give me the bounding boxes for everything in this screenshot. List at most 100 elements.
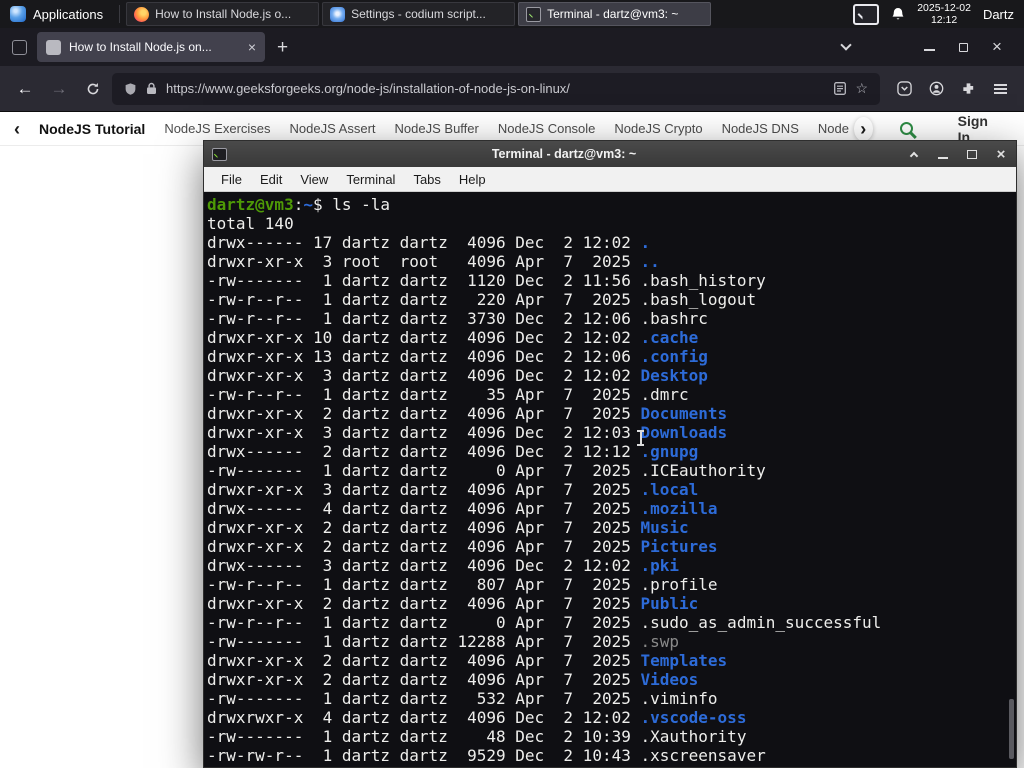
terminal-line: drwxr-xr-x 3 dartz dartz 4096 Apr 7 2025… — [207, 480, 699, 499]
taskbar-item-terminal[interactable]: Terminal - dartz@vm3: ~ — [518, 2, 712, 26]
shield-icon[interactable] — [124, 82, 137, 96]
desktop: How to Install Node.js on... × + × ← → h… — [0, 0, 1024, 768]
taskbar: How to Install Node.js o... Settings - c… — [126, 0, 712, 28]
menu-tabs[interactable]: Tabs — [404, 172, 449, 187]
bookmark-star-icon[interactable]: ☆ — [855, 80, 868, 97]
lock-icon[interactable] — [146, 82, 157, 95]
menu-icon[interactable] — [984, 73, 1016, 105]
menu-terminal[interactable]: Terminal — [337, 172, 404, 187]
notifications-bell-icon[interactable] — [891, 7, 905, 22]
pocket-icon[interactable] — [888, 73, 920, 105]
top-panel: Applications How to Install Node.js o...… — [0, 0, 1024, 28]
nav-item-nodejs-truncated[interactable]: Node — [818, 121, 849, 136]
forward-button[interactable]: → — [42, 73, 76, 105]
terminal-line: drwxrwxr-x 4 dartz dartz 4096 Dec 2 12:0… — [207, 708, 747, 727]
clock[interactable]: 2025-12-02 12:12 — [917, 2, 971, 26]
browser-close-button[interactable]: × — [984, 34, 1010, 60]
nav-item-nodejs-tutorial[interactable]: NodeJS Tutorial — [39, 121, 145, 137]
applications-label: Applications — [33, 6, 104, 22]
url-text[interactable]: https://www.geeksforgeeks.org/node-js/in… — [166, 81, 825, 96]
firefox-tab-bar: How to Install Node.js on... × + × — [0, 28, 1024, 66]
terminal-line: drwxr-xr-x 3 dartz dartz 4096 Dec 2 12:0… — [207, 423, 728, 442]
taskbar-item-settings[interactable]: Settings - codium script... — [322, 2, 516, 26]
terminal-output: dartz@vm3:~$ ls -la total 140 drwx------ 1… — [207, 195, 1016, 765]
browser-tab[interactable]: How to Install Node.js on... × — [37, 32, 265, 62]
tabbar-controls: × — [840, 34, 1024, 60]
terminal-line: -rw------- 1 dartz dartz 0 Apr 7 2025 .I… — [207, 461, 766, 480]
browser-restore-button[interactable] — [950, 34, 976, 60]
systray-terminal-icon[interactable] — [853, 3, 880, 25]
search-icon[interactable] — [899, 122, 913, 135]
taskbar-item-firefox[interactable]: How to Install Node.js o... — [126, 2, 320, 26]
task-label: How to Install Node.js o... — [155, 7, 292, 21]
terminal-line: -rw-r--r-- 1 dartz dartz 0 Apr 7 2025 .s… — [207, 613, 882, 632]
nav-next-icon[interactable]: › — [853, 116, 873, 141]
terminal-maximize-button[interactable] — [965, 146, 979, 162]
list-all-tabs-icon[interactable] — [840, 39, 852, 51]
terminal-line: drwx------ 17 dartz dartz 4096 Dec 2 12:… — [207, 233, 651, 252]
terminal-line: total 140 — [207, 214, 294, 233]
terminal-minimize-button[interactable] — [936, 146, 950, 162]
terminal-line: -rw------- 1 dartz dartz 48 Dec 2 10:39 … — [207, 727, 747, 746]
nav-item-nodejs-assert[interactable]: NodeJS Assert — [290, 121, 376, 136]
nav-item-nodejs-exercises[interactable]: NodeJS Exercises — [164, 121, 270, 136]
firefox-view-icon[interactable] — [12, 39, 27, 55]
reader-mode-icon[interactable] — [834, 82, 847, 95]
terminal-line: -rw-r--r-- 1 dartz dartz 35 Apr 7 2025 .… — [207, 385, 689, 404]
terminal-menubar: File Edit View Terminal Tabs Help — [204, 167, 1016, 192]
nav-item-nodejs-dns[interactable]: NodeJS DNS — [722, 121, 799, 136]
terminal-titlebar[interactable]: Terminal - dartz@vm3: ~ × — [204, 141, 1016, 167]
url-bar[interactable]: https://www.geeksforgeeks.org/node-js/in… — [112, 72, 880, 105]
applications-icon — [10, 6, 26, 22]
terminal-line: -rw------- 1 dartz dartz 12288 Apr 7 202… — [207, 632, 680, 651]
firefox-icon — [134, 6, 150, 22]
terminal-icon — [526, 6, 542, 22]
menu-file[interactable]: File — [212, 172, 251, 187]
applications-menu-button[interactable]: Applications — [0, 0, 113, 28]
nav-item-nodejs-crypto[interactable]: NodeJS Crypto — [614, 121, 702, 136]
terminal-line: drwxr-xr-x 10 dartz dartz 4096 Dec 2 12:… — [207, 328, 699, 347]
terminal-line: drwxr-xr-x 3 dartz dartz 4096 Dec 2 12:0… — [207, 366, 708, 385]
terminal-line: drwxr-xr-x 3 root root 4096 Apr 7 2025 .… — [207, 252, 660, 271]
terminal-line: drwx------ 2 dartz dartz 4096 Dec 2 12:1… — [207, 442, 699, 461]
system-tray: 2025-12-02 12:12 Dartz — [853, 0, 1024, 28]
terminal-line: drwxr-xr-x 2 dartz dartz 4096 Apr 7 2025… — [207, 404, 728, 423]
terminal-window: Terminal - dartz@vm3: ~ × File Edit View… — [203, 140, 1017, 768]
extensions-icon[interactable] — [952, 73, 984, 105]
terminal-scrollbar[interactable] — [1009, 699, 1014, 759]
terminal-line: drwx------ 3 dartz dartz 4096 Dec 2 12:0… — [207, 556, 680, 575]
terminal-screen[interactable]: dartz@vm3:~$ ls -la total 140 drwx------ 1… — [204, 192, 1016, 767]
tab-close-icon[interactable]: × — [248, 40, 256, 54]
menu-view[interactable]: View — [291, 172, 337, 187]
tab-favicon-icon — [46, 39, 61, 55]
terminal-line: -rw-r--r-- 1 dartz dartz 220 Apr 7 2025 … — [207, 290, 757, 309]
menu-edit[interactable]: Edit — [251, 172, 291, 187]
clock-time: 12:12 — [930, 14, 958, 26]
task-label: Settings - codium script... — [351, 7, 486, 21]
terminal-shade-button[interactable] — [907, 146, 921, 162]
terminal-line: drwxr-xr-x 2 dartz dartz 4096 Apr 7 2025… — [207, 537, 718, 556]
menu-help[interactable]: Help — [450, 172, 495, 187]
terminal-prompt-line: dartz@vm3:~$ ls -la — [207, 195, 391, 214]
panel-separator — [119, 5, 121, 23]
reload-button[interactable] — [76, 73, 110, 105]
tab-title: How to Install Node.js on... — [69, 40, 212, 54]
account-icon[interactable] — [920, 73, 952, 105]
back-button[interactable]: ← — [8, 73, 42, 105]
mouse-cursor — [636, 430, 645, 446]
nav-item-nodejs-buffer[interactable]: NodeJS Buffer — [395, 121, 479, 136]
browser-minimize-button[interactable] — [916, 34, 942, 60]
nav-item-nodejs-console[interactable]: NodeJS Console — [498, 121, 596, 136]
nav-prev-icon[interactable]: ‹ — [14, 120, 20, 138]
settings-icon — [330, 6, 346, 22]
terminal-app-icon — [212, 147, 227, 161]
new-tab-button[interactable]: + — [277, 38, 288, 57]
terminal-window-controls: × — [907, 146, 1008, 163]
clock-date: 2025-12-02 — [917, 2, 971, 14]
terminal-line: drwxr-xr-x 2 dartz dartz 4096 Apr 7 2025… — [207, 670, 699, 689]
user-menu[interactable]: Dartz — [983, 7, 1014, 22]
terminal-line: -rw-r--r-- 1 dartz dartz 3730 Dec 2 12:0… — [207, 309, 708, 328]
terminal-close-button[interactable]: × — [994, 146, 1008, 163]
terminal-line: drwxr-xr-x 13 dartz dartz 4096 Dec 2 12:… — [207, 347, 708, 366]
terminal-title: Terminal - dartz@vm3: ~ — [491, 147, 637, 161]
